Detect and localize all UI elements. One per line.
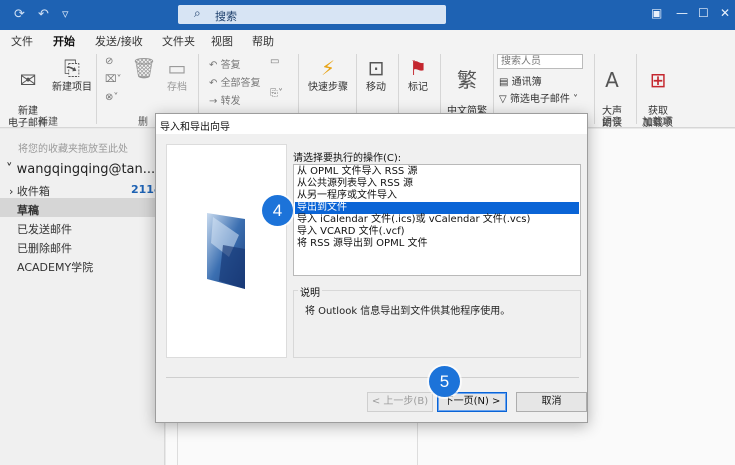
list-item[interactable]: 导入 VCARD 文件(.vcf) [295,226,579,238]
cancel-button[interactable]: 取消 [516,392,587,412]
reply-label: 答复 [220,60,241,71]
search-box[interactable]: ⌕ 搜索 [178,5,446,24]
trash-icon: 🗑 [131,56,157,80]
new-item-icon: ⎘ [64,56,80,80]
dialog-title: 导入和导出向导 [156,114,587,134]
meeting-icon[interactable]: ▭ [270,56,279,67]
archive-icon: ▭ [167,56,187,80]
wizard-illustration [166,144,287,358]
step-5-badge: 5 [429,366,460,397]
folder-academy[interactable]: ACADEMY学院 [17,259,93,275]
account-header[interactable]: ˅ wangqingqing@tan... [6,162,155,177]
ribbon-divider [636,54,637,124]
quick-steps-button[interactable]: ⚡ 快速步骤 [304,56,352,94]
list-item[interactable]: 将 RSS 源导出到 OPML 文件 [295,238,579,250]
junk-icon[interactable]: ⊗˅ [105,92,118,103]
new-item-label: 新建项目 [52,82,92,93]
read-aloud-icon: A [605,68,619,92]
undo-icon[interactable]: ↶ [38,7,49,22]
forward-label: 转发 [220,96,241,107]
folder-deleted[interactable]: 已删除邮件 [17,240,72,256]
delete-button[interactable]: 🗑 [131,56,157,82]
ribbon-divider [594,54,595,124]
tab-send-receive[interactable]: 发送/接收 [95,33,143,49]
description-group: 说明 将 Outlook 信息导出到文件供其他程序使用。 [293,284,581,358]
quick-steps-label: 快速步骤 [308,82,348,93]
more-respond-icon[interactable]: ⎘˅ [270,88,283,99]
folder-sent[interactable]: 已发送邮件 [17,221,72,237]
reply-button[interactable]: ↶ 答复 [209,56,241,71]
filter-email-label: 筛选电子邮件 [509,94,570,105]
reply-all-button[interactable]: ↶ 全部答复 [209,74,261,89]
list-item[interactable]: 导入 iCalendar 文件(.ics)或 vCalendar 文件(.vcs… [295,214,579,226]
description-text: 将 Outlook 信息导出到文件供其他程序使用。 [305,306,511,317]
close-button[interactable]: ✕ [720,6,730,20]
minimize-button[interactable]: — [676,6,688,20]
move-icon: ⊡ [367,56,385,80]
tags-label: 标记 [408,82,428,93]
new-item-button[interactable]: ⎘ 新建项目 [50,56,94,94]
flag-icon: ⚑ [409,56,427,80]
group-speech-label: 语音 [602,117,622,128]
step-4-badge: 4 [262,195,293,226]
ribbon-divider [96,54,97,124]
move-label: 移动 [366,82,386,93]
maximize-button[interactable]: ☐ [698,6,709,20]
convert-icon: 繁 [457,68,477,92]
group-addins-label: 加载项 [642,117,672,128]
folder-pane: 将您的收藏夹拖放至此处 ˅ wangqingqing@tan... › 收件箱 … [0,129,165,465]
search-people-input[interactable]: 搜索人员 [497,54,583,69]
list-item[interactable]: 从公共源列表导入 RSS 源 [295,178,579,190]
lightning-icon: ⚡ [320,56,336,80]
group-delete-label: 删 [138,117,148,128]
list-item-selected[interactable]: 导出到文件 [295,202,579,214]
tab-home[interactable]: 开始 [53,33,75,52]
pane-divider [417,422,418,465]
reply-all-label: 全部答复 [220,78,261,89]
archive-button[interactable]: ▭ 存档 [162,56,192,94]
wizard-graphic-icon [207,213,245,289]
filter-email-button[interactable]: ▽ 筛选电子邮件 ˅ [499,90,578,105]
ribbon-tabs: 文件 开始 发送/接收 文件夹 视图 帮助 [0,30,735,52]
action-prompt-label: 请选择要执行的操作(C): [293,153,402,164]
folder-inbox[interactable]: › 收件箱 [9,183,50,199]
ignore-icon[interactable]: ⊘ [105,56,113,67]
ribbon-display-icon[interactable]: ▣ [651,6,662,20]
account-name: wangqingqing@tan... [16,162,156,177]
tab-view[interactable]: 视图 [211,33,233,49]
folder-drafts[interactable]: 草稿 [17,202,39,218]
action-list[interactable]: 从 OPML 文件导入 RSS 源 从公共源列表导入 RSS 源 从另一程序或文… [293,164,581,276]
address-book-button[interactable]: ▤ 通讯簿 [499,73,542,88]
tab-file[interactable]: 文件 [11,33,33,49]
back-button[interactable]: < 上一步(B) [367,392,433,412]
tab-folder[interactable]: 文件夹 [162,33,195,49]
move-button[interactable]: ⊡ 移动 [360,56,392,94]
sync-icon[interactable]: ⟳ [14,7,25,22]
cleanup-icon[interactable]: ⌧˅ [105,74,122,85]
title-bar: ⟳ ↶ ▿ ⌕ 搜索 ▣ — ☐ ✕ [0,0,735,30]
customize-toolbar-icon[interactable]: ▿ [62,7,69,22]
description-title: 说明 [298,284,322,299]
tab-help[interactable]: 帮助 [252,33,274,49]
dialog-divider [166,377,579,378]
list-item[interactable]: 从另一程序或文件导入 [295,190,579,202]
favorites-hint: 将您的收藏夹拖放至此处 [18,144,128,155]
archive-label: 存档 [167,82,187,93]
forward-button[interactable]: → 转发 [209,92,241,107]
list-item[interactable]: 从 OPML 文件导入 RSS 源 [295,166,579,178]
pane-divider [177,422,178,465]
search-placeholder: 搜索 [215,10,237,23]
group-new-label: 新建 [38,117,58,128]
import-export-wizard-dialog: 导入和导出向导 请选择要执行的操作(C): 从 OPML 文件导入 RSS 源 … [155,113,588,423]
tags-button[interactable]: ⚑ 标记 [402,56,434,94]
search-icon: ⌕ [194,6,201,20]
new-email-icon: ✉ [19,68,37,92]
addins-icon: ⊞ [649,68,667,92]
folder-inbox-label: 收件箱 [16,185,50,198]
address-book-label: 通讯簿 [511,77,542,88]
